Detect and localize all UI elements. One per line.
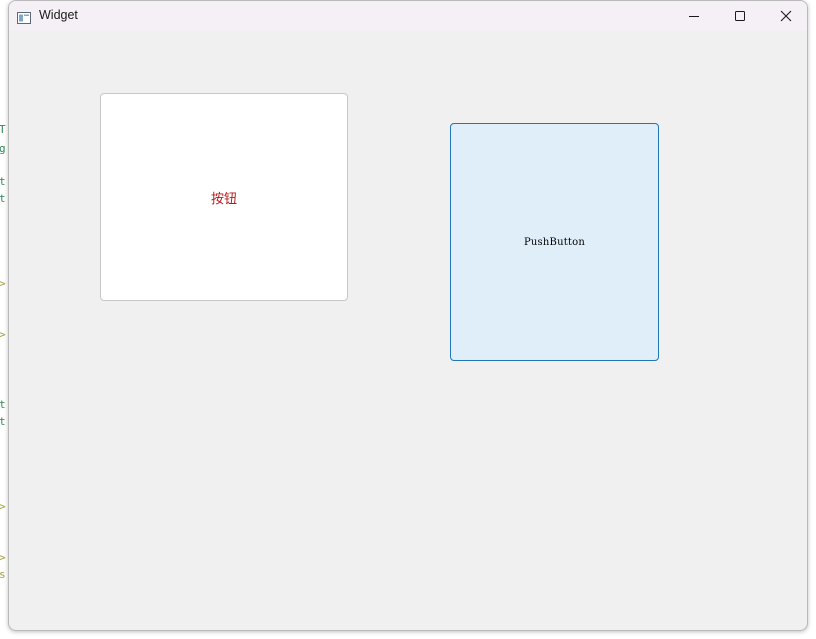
background-glyph: t [0,415,6,428]
close-icon [780,7,792,26]
title-bar[interactable]: Widget [9,1,807,31]
background-glyph: > [0,551,6,564]
push-button-label: PushButton [523,236,586,248]
background-glyph: t [0,192,6,205]
app-window-icon [17,9,31,24]
widget-window: Widget 按钮 PushButton [8,0,808,631]
window-title: Widget [39,8,78,22]
background-glyph: T [0,123,6,136]
background-glyph: > [0,277,6,290]
maximize-button[interactable] [717,1,763,31]
background-glyph: t [0,175,6,188]
minimize-button[interactable] [671,1,717,31]
close-button[interactable] [763,1,807,31]
push-button[interactable]: PushButton [450,123,659,361]
background-glyph: g [0,142,6,155]
minimize-icon [688,7,700,26]
background-glyph: s [0,568,6,581]
maximize-icon [734,7,746,26]
button-cn[interactable]: 按钮 [100,93,348,301]
background-glyph: t [0,398,6,411]
background-glyph: > [0,328,6,341]
button-cn-label: 按钮 [210,191,237,207]
background-glyph: > [0,500,6,513]
